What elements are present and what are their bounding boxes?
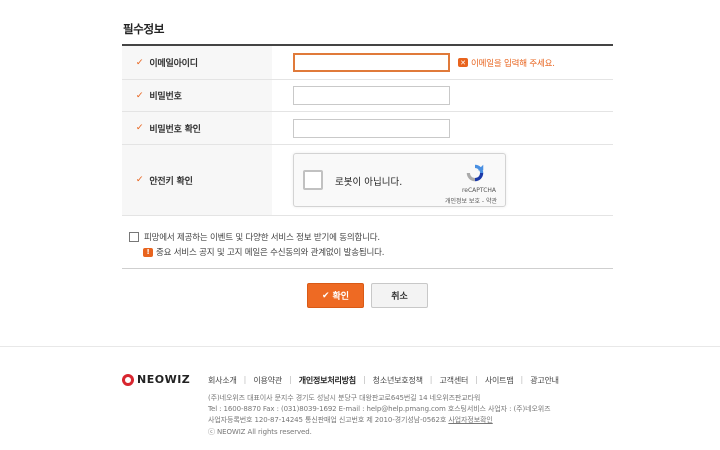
agreement-checkbox[interactable] <box>129 232 139 242</box>
footer-link-youth[interactable]: 청소년보호정책 <box>373 375 423 386</box>
recaptcha-privacy-terms-link[interactable]: 개인정보 보호 - 약관 <box>445 196 497 205</box>
footer-info: (주)네오위즈 대표이사 문지수 경기도 성남시 분당구 대왕판교로645번길 … <box>208 393 551 438</box>
cancel-button-label: 취소 <box>391 292 408 302</box>
warning-icon: ! <box>143 247 153 257</box>
password-row: ✓ 비밀번호 <box>122 80 613 112</box>
email-field-cell: ✕ 이메일을 입력해 주세요. <box>272 46 613 79</box>
email-label-cell: ✓ 이메일아이디 <box>122 46 272 79</box>
email-input[interactable] <box>293 53 450 72</box>
email-error-text: 이메일을 입력해 주세요. <box>471 58 555 69</box>
email-row: ✓ 이메일아이디 ✕ 이메일을 입력해 주세요. <box>122 46 613 80</box>
email-error: ✕ 이메일을 입력해 주세요. <box>458 57 555 69</box>
cancel-button[interactable]: 취소 <box>371 283 428 308</box>
footer-copyright: ⓒ NEOWIZ All rights reserved. <box>208 427 312 436</box>
recaptcha-brand: reCAPTCHA <box>461 187 496 194</box>
required-info-form: ✓ 이메일아이디 ✕ 이메일을 입력해 주세요. ✓ 비밀번호 ✓ 비밀번호 확… <box>122 44 613 216</box>
section-title: 필수정보 <box>123 22 165 36</box>
footer-registration-text: 사업자등록번호 120-87-14245 통신판매업 신고번호 제 2010-경… <box>208 416 447 425</box>
confirm-button-label: 확인 <box>332 292 350 302</box>
footer-link-sitemap[interactable]: 사이트맵 <box>485 375 514 386</box>
agreement-note: ! 중요 서비스 공지 및 고지 메일은 수신동의와 관계없이 발송됩니다. <box>143 246 384 258</box>
agreement-text: 피망에서 제공하는 이벤트 및 다양한 서비스 정보 받기에 동의합니다. <box>144 233 380 243</box>
footer-link-company[interactable]: 회사소개 <box>208 375 237 386</box>
password-confirm-label: 비밀번호 확인 <box>149 124 201 135</box>
agreement-section: 피망에서 제공하는 이벤트 및 다양한 서비스 정보 받기에 동의합니다. ! … <box>129 231 384 258</box>
password-confirm-input[interactable] <box>293 118 450 138</box>
password-field-cell <box>272 80 613 111</box>
warning-icon: ✕ <box>458 58 468 67</box>
footer-divider <box>0 346 720 347</box>
security-key-label: 안전키 확인 <box>149 176 193 187</box>
agreement-line: 피망에서 제공하는 이벤트 및 다양한 서비스 정보 받기에 동의합니다. <box>129 231 384 243</box>
security-key-field-cell: 로봇이 아닙니다. reCAPTCHA 개인정보 보호 - 약관 <box>272 145 613 215</box>
chevron-down-icon: ✓ <box>135 90 144 101</box>
recaptcha-label: 로봇이 아닙니다. <box>335 177 403 188</box>
security-key-row: ✓ 안전키 확인 로봇이 아닙니다. reCAPTCHA 개인정보 보호 - 약… <box>122 145 613 216</box>
password-label: 비밀번호 <box>149 92 182 102</box>
neowiz-logo[interactable]: NEOWIZ <box>122 373 190 386</box>
recaptcha-widget: 로봇이 아닙니다. reCAPTCHA 개인정보 보호 - 약관 <box>293 153 506 207</box>
agreement-note-text: 중요 서비스 공지 및 고지 메일은 수신동의와 관계없이 발송됩니다. <box>156 248 385 258</box>
password-confirm-label-cell: ✓ 비밀번호 확인 <box>122 112 272 144</box>
recaptcha-logo-icon <box>466 164 484 182</box>
chevron-down-icon: ✓ <box>135 123 144 133</box>
security-key-label-cell: ✓ 안전키 확인 <box>122 145 272 215</box>
divider <box>122 268 613 269</box>
password-confirm-field-cell <box>272 112 613 144</box>
password-input[interactable] <box>293 86 450 105</box>
check-icon: ✔ <box>321 290 330 301</box>
footer-link-ads[interactable]: 광고안내 <box>530 375 559 386</box>
password-label-cell: ✓ 비밀번호 <box>122 80 272 111</box>
footer-link-privacy[interactable]: 개인정보처리방침 <box>299 375 356 386</box>
footer-contact: Tel : 1600-8870 Fax : (031)8039-1692 E-m… <box>208 405 551 414</box>
email-label: 이메일아이디 <box>149 59 198 69</box>
recaptcha-checkbox[interactable] <box>303 170 323 190</box>
password-confirm-row: ✓ 비밀번호 확인 <box>122 112 613 145</box>
neowiz-logo-icon <box>122 373 134 386</box>
footer-link-terms[interactable]: 이용약관 <box>253 375 282 386</box>
footer-link-support[interactable]: 고객센터 <box>440 375 469 386</box>
chevron-down-icon: ✓ <box>135 175 144 185</box>
footer-links: 회사소개 | 이용약관 | 개인정보처리방침 | 청소년보호정책 | 고객센터 … <box>208 375 559 386</box>
neowiz-logo-text: NEOWIZ <box>137 373 191 386</box>
business-info-link[interactable]: 사업자정보확인 <box>448 416 492 424</box>
confirm-button[interactable]: ✔ 확인 <box>307 283 364 308</box>
chevron-down-icon: ✓ <box>135 57 144 68</box>
footer-address: (주)네오위즈 대표이사 문지수 경기도 성남시 분당구 대왕판교로645번길 … <box>208 394 481 402</box>
footer-registration: 사업자등록번호 120-87-14245 통신판매업 신고번호 제 2010-경… <box>208 415 551 426</box>
